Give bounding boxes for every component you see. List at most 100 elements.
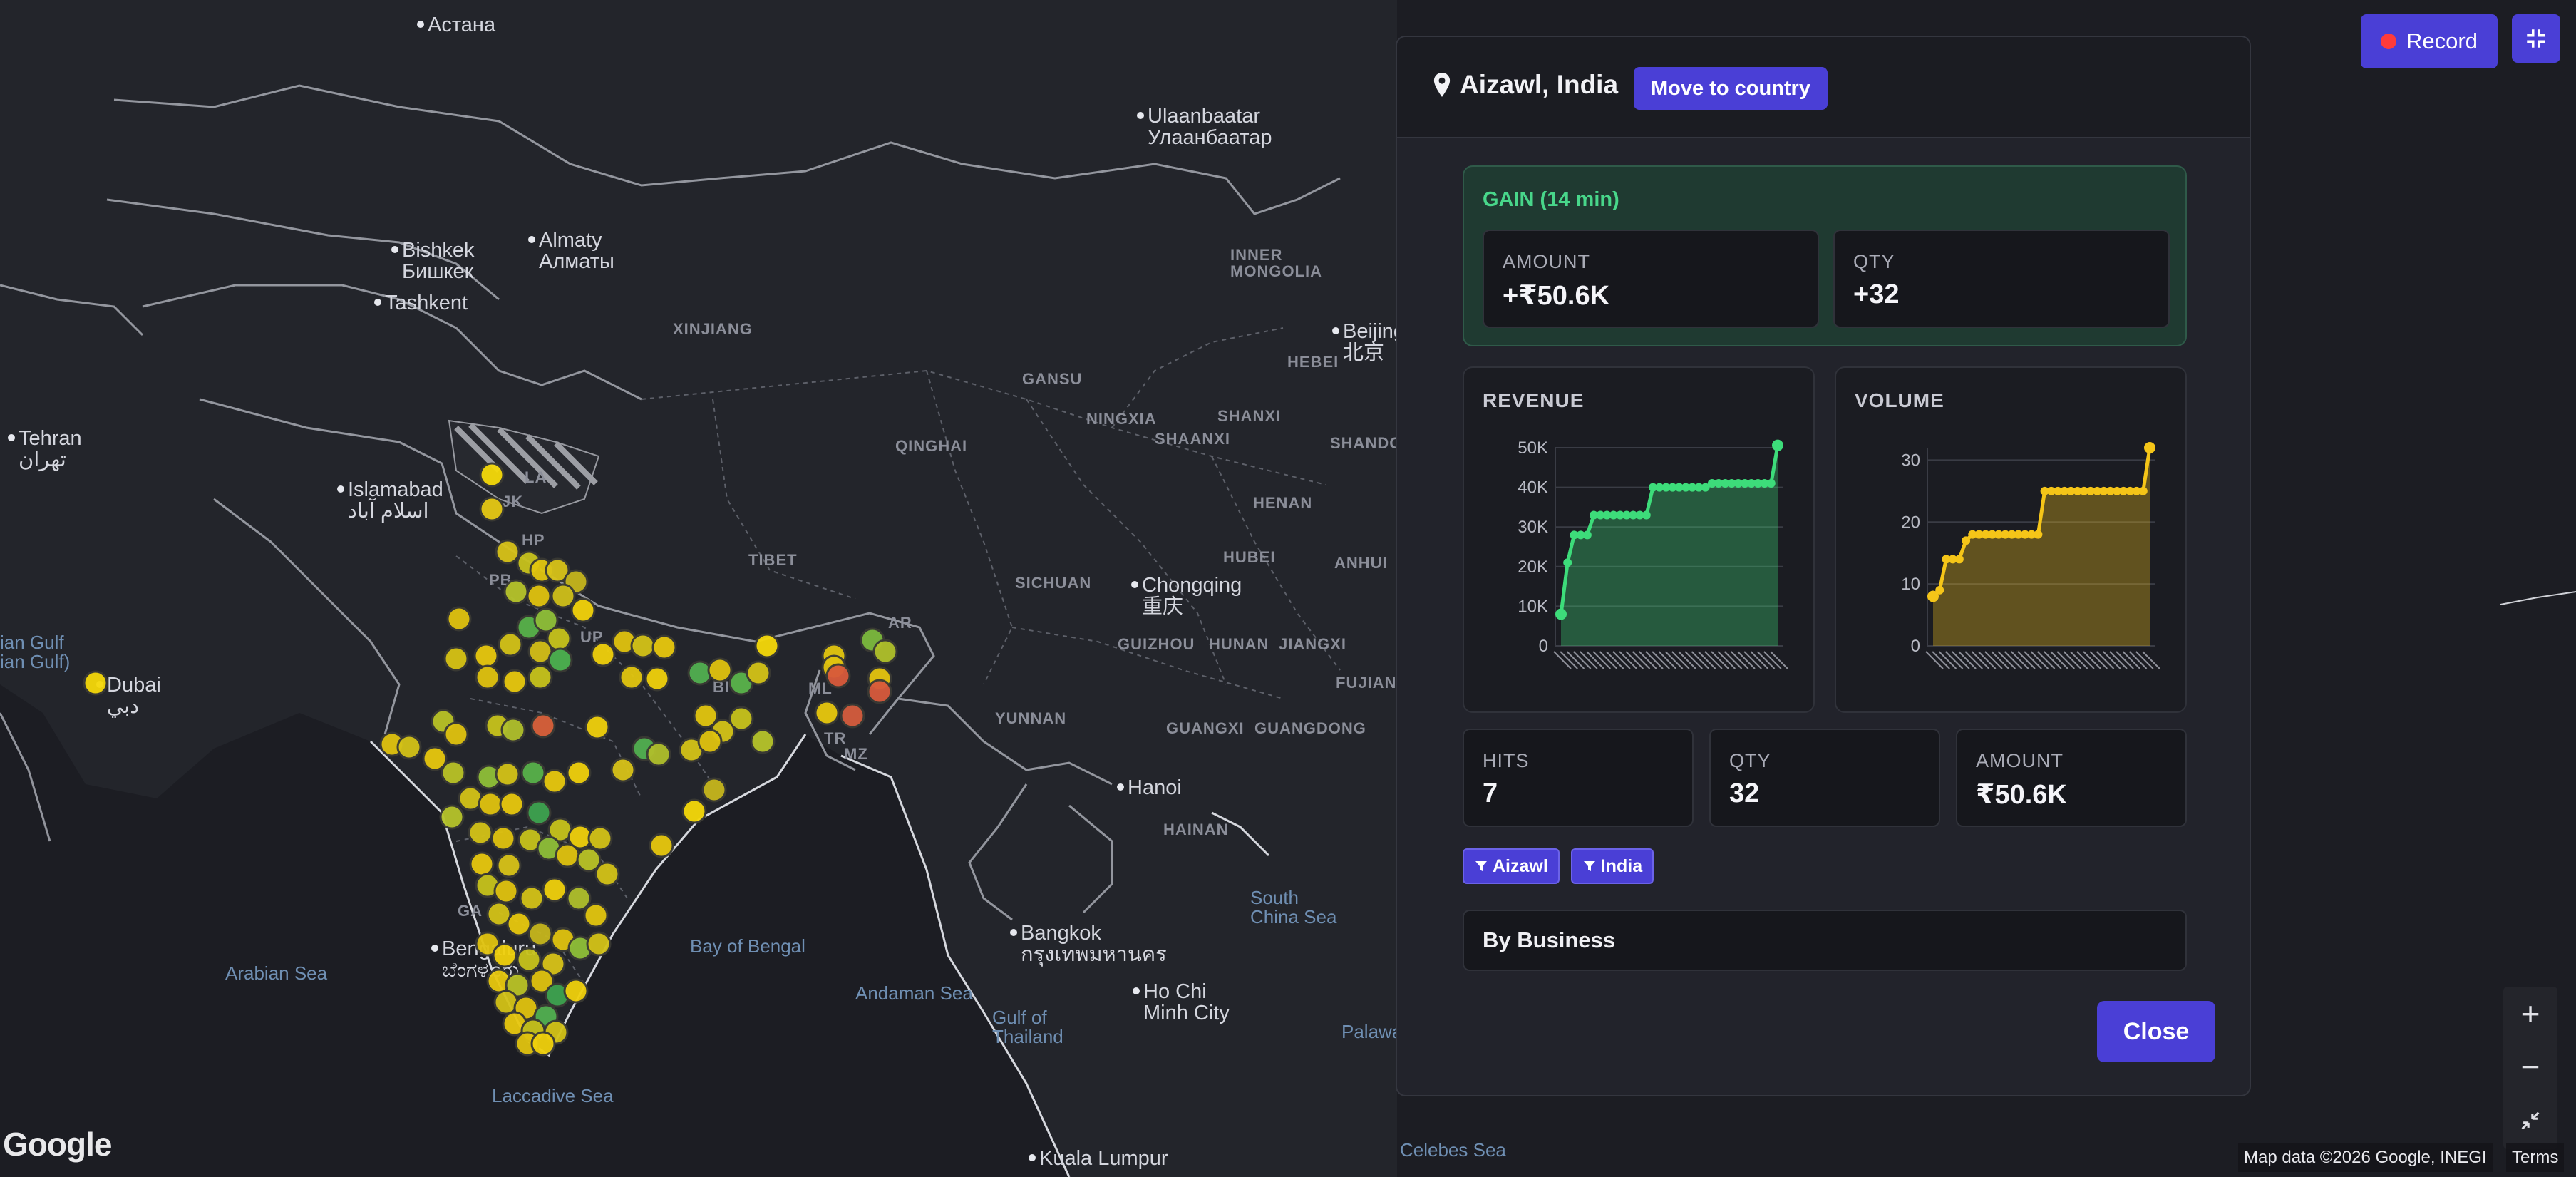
location-marker[interactable]	[516, 947, 542, 972]
amount-card: AMOUNT ₹50.6K	[1956, 729, 2187, 827]
location-marker[interactable]	[570, 597, 596, 623]
location-marker[interactable]	[563, 978, 589, 1004]
location-marker[interactable]	[584, 714, 610, 740]
location-marker[interactable]	[872, 639, 898, 664]
location-marker[interactable]	[697, 729, 723, 754]
location-marker[interactable]	[530, 713, 556, 739]
location-marker[interactable]	[594, 861, 620, 887]
location-marker[interactable]	[496, 853, 522, 878]
location-marker[interactable]	[681, 798, 707, 824]
location-marker[interactable]	[814, 700, 840, 726]
data-point[interactable]	[1962, 536, 1971, 545]
data-point[interactable]	[2144, 442, 2155, 453]
close-button[interactable]: Close	[2097, 1001, 2215, 1062]
data-point[interactable]	[1935, 585, 1944, 595]
location-marker[interactable]	[498, 632, 523, 657]
location-marker[interactable]	[547, 647, 573, 673]
zoom-in-button[interactable]: +	[2503, 988, 2557, 1039]
location-marker[interactable]	[586, 931, 612, 957]
location-marker[interactable]	[526, 800, 552, 826]
location-marker[interactable]	[499, 791, 525, 817]
location-marker[interactable]	[83, 670, 108, 696]
location-marker[interactable]	[619, 664, 644, 690]
location-marker[interactable]	[649, 833, 674, 858]
location-marker[interactable]	[587, 826, 613, 851]
location-marker[interactable]	[840, 703, 865, 729]
filter-chip-city[interactable]: Aizawl	[1463, 848, 1560, 884]
data-point[interactable]	[1563, 558, 1572, 567]
amount-label: AMOUNT	[1976, 750, 2064, 771]
data-point[interactable]	[2138, 486, 2148, 495]
location-marker[interactable]	[492, 942, 517, 968]
location-marker[interactable]	[590, 642, 616, 667]
y-tick-label: 50K	[1518, 438, 1548, 458]
location-marker[interactable]	[490, 826, 516, 851]
location-marker[interactable]	[728, 706, 754, 731]
location-marker[interactable]	[646, 741, 671, 767]
record-button[interactable]: Record	[2361, 14, 2498, 68]
location-marker[interactable]	[542, 877, 567, 903]
location-marker[interactable]	[519, 885, 545, 911]
location-marker[interactable]	[867, 679, 892, 704]
location-marker[interactable]	[520, 760, 546, 786]
map-attribution: Map data ©2026 Google, INEGI	[2238, 1143, 2493, 1172]
location-marker[interactable]	[750, 729, 776, 754]
location-marker[interactable]	[446, 606, 472, 632]
location-marker[interactable]	[527, 664, 553, 690]
location-marker[interactable]	[503, 579, 529, 605]
data-point[interactable]	[1555, 608, 1567, 620]
location-marker[interactable]	[469, 851, 495, 877]
location-marker[interactable]	[500, 717, 526, 743]
terms-link[interactable]: Terms	[2506, 1143, 2565, 1172]
location-marker[interactable]	[825, 663, 851, 689]
location-marker[interactable]	[746, 660, 771, 686]
location-marker[interactable]	[566, 885, 592, 911]
location-marker[interactable]	[493, 878, 519, 904]
location-marker[interactable]	[479, 496, 505, 522]
data-point[interactable]	[1766, 479, 1776, 488]
location-marker[interactable]	[502, 669, 527, 694]
location-marker[interactable]	[526, 583, 552, 609]
filter-chip-country[interactable]: India	[1570, 848, 1654, 884]
location-marker[interactable]	[644, 666, 670, 692]
zoom-out-button[interactable]: −	[2503, 1041, 2557, 1092]
by-business-section[interactable]: By Business	[1463, 910, 2187, 971]
data-point[interactable]	[1582, 530, 1592, 540]
data-point[interactable]	[1954, 555, 1964, 564]
location-marker[interactable]	[583, 903, 609, 928]
location-marker[interactable]	[542, 769, 567, 794]
location-marker[interactable]	[443, 721, 469, 747]
data-point[interactable]	[1772, 439, 1783, 451]
location-title: Aizawl, India	[1433, 70, 1618, 100]
location-marker[interactable]	[754, 633, 780, 659]
location-marker[interactable]	[495, 761, 520, 787]
location-marker[interactable]	[443, 646, 469, 672]
location-marker[interactable]	[441, 760, 466, 786]
location-marker[interactable]	[478, 791, 503, 817]
volume-chart: 0 10 20 30	[1901, 442, 2160, 669]
location-marker[interactable]	[439, 804, 465, 830]
location-marker[interactable]	[527, 921, 553, 947]
data-point[interactable]	[2034, 530, 2043, 539]
location-marker[interactable]	[566, 760, 592, 786]
location-marker[interactable]	[468, 820, 493, 846]
location-marker[interactable]	[550, 583, 576, 609]
location-marker[interactable]	[495, 539, 520, 565]
location-marker[interactable]	[530, 1031, 556, 1057]
location-marker[interactable]	[506, 911, 532, 937]
location-marker[interactable]	[475, 664, 500, 690]
location-marker[interactable]	[479, 462, 505, 488]
location-marker[interactable]	[651, 634, 677, 660]
move-to-country-button[interactable]: Move to country	[1634, 67, 1828, 110]
location-marker[interactable]	[701, 777, 727, 803]
google-logo: Google	[3, 1126, 112, 1163]
location-marker[interactable]	[707, 657, 733, 683]
location-marker[interactable]	[396, 734, 422, 760]
location-marker[interactable]	[610, 757, 636, 783]
data-point[interactable]	[1642, 510, 1651, 520]
location-marker[interactable]	[473, 643, 499, 669]
exit-fullscreen-button[interactable]	[2512, 14, 2560, 63]
location-marker[interactable]	[630, 633, 656, 659]
fullscreen-toggle-button[interactable]	[2503, 1095, 2557, 1146]
location-marker[interactable]	[555, 843, 580, 868]
